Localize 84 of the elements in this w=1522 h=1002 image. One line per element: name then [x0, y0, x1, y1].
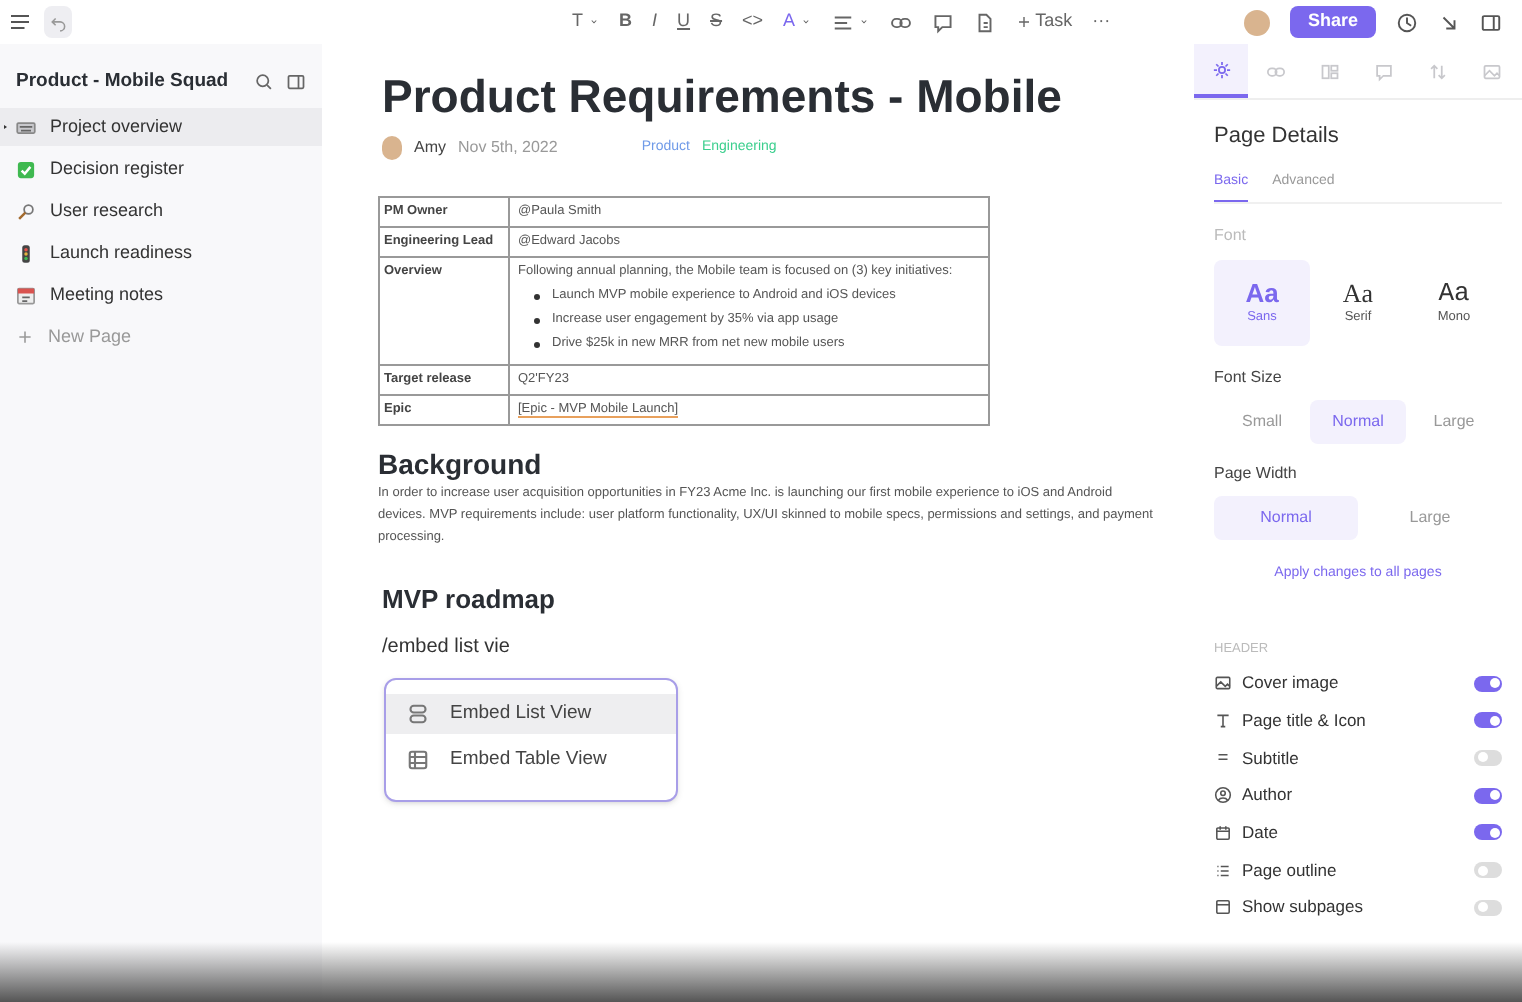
arrow-icon[interactable]: [1438, 11, 1460, 33]
toggle-switch[interactable]: [1474, 712, 1502, 729]
toggle-label: Page title & Icon: [1242, 707, 1368, 734]
menu-item[interactable]: Embed Table View: [386, 739, 676, 780]
toggle-label: Subtitle: [1242, 745, 1301, 771]
menu-icon[interactable]: [8, 10, 32, 34]
table-icon: [406, 747, 430, 772]
bullet-icon: [534, 293, 540, 300]
toggle-switch[interactable]: [1474, 787, 1502, 804]
align-icon: [831, 11, 854, 33]
page-width-option[interactable]: Normal: [1214, 496, 1358, 540]
author-avatar: [382, 136, 402, 160]
section-label: Font: [1214, 224, 1249, 248]
page-icon: [1214, 898, 1232, 917]
author-name: Amy: [414, 136, 446, 160]
section-label: Page Width: [1214, 462, 1299, 486]
page-title: Product Requirements - Mobile: [382, 68, 1064, 124]
history-icon[interactable]: [1396, 11, 1418, 33]
plus-icon: [1015, 14, 1032, 30]
sidebar-item[interactable]: Decision register: [0, 150, 322, 189]
comment-icon: [931, 11, 954, 33]
font-size-option[interactable]: Normal: [1310, 400, 1406, 444]
outline-icon: [1214, 861, 1232, 880]
calendar-icon: [16, 285, 36, 306]
bold-button[interactable]: B: [615, 6, 636, 38]
sidebar-item[interactable]: User research: [0, 192, 322, 231]
menu-item[interactable]: Embed List View: [386, 693, 676, 734]
undo-button[interactable]: [44, 6, 72, 38]
layout-icon: [1319, 61, 1339, 81]
underline-button[interactable]: U: [673, 6, 695, 38]
panel-tab[interactable]: [1194, 44, 1248, 98]
font-size-option[interactable]: Large: [1406, 400, 1502, 444]
code-button[interactable]: <>: [738, 6, 768, 38]
panel-title: Page Details: [1214, 122, 1341, 152]
toggle-switch[interactable]: [1474, 749, 1502, 766]
toggle-label: Page outline: [1242, 857, 1339, 883]
traffic-light-icon: [16, 243, 36, 264]
strike-button[interactable]: S: [706, 6, 727, 38]
image-icon: [1481, 61, 1501, 81]
sidebar-item[interactable]: Launch readiness: [0, 234, 322, 273]
search-icon[interactable]: [254, 72, 274, 93]
section-heading: MVP roadmap: [382, 581, 557, 618]
color-button[interactable]: A: [779, 6, 816, 38]
link-icon: [1265, 61, 1285, 81]
bullet-icon: [534, 317, 540, 324]
text-icon: [1214, 711, 1232, 730]
section-heading: Background: [378, 445, 544, 482]
calendar-icon: [1214, 823, 1232, 842]
toggle-switch[interactable]: [1474, 862, 1502, 879]
more-button[interactable]: ···: [1088, 6, 1115, 38]
command-text: /embed list vie: [382, 633, 512, 662]
task-button[interactable]: Task: [1011, 6, 1077, 38]
sidebar-item[interactable]: Meeting notes: [0, 276, 322, 315]
plus-icon: [16, 328, 34, 347]
magnifier-icon: [16, 201, 36, 222]
toggle-label: Author: [1242, 782, 1295, 809]
toggle-switch[interactable]: [1474, 824, 1502, 841]
sort-arrows-icon: [1427, 61, 1447, 81]
text-button[interactable]: T: [568, 6, 603, 38]
side-panel-icon[interactable]: [286, 72, 306, 93]
avatar: [1243, 9, 1270, 35]
document-icon: [973, 11, 996, 33]
checkbox-icon: [16, 159, 36, 180]
undo-icon: [49, 13, 67, 31]
italic-button[interactable]: I: [648, 6, 662, 38]
list-icon: [406, 701, 430, 726]
share-button[interactable]: Share: [1289, 6, 1376, 38]
toggle-switch[interactable]: [1474, 899, 1502, 916]
keyboard-icon: [16, 117, 36, 138]
page-width-option[interactable]: Large: [1358, 496, 1502, 540]
page-date: Nov 5th, 2022: [458, 136, 558, 160]
toggle-switch[interactable]: [1474, 675, 1502, 692]
toggle-label: Date: [1242, 819, 1280, 846]
side-panel-icon[interactable]: [1480, 11, 1502, 33]
section-label: Font Size: [1214, 366, 1284, 390]
toggle-label: Cover image: [1242, 670, 1341, 696]
sidebar-item[interactable]: Project overview: [0, 108, 322, 147]
comment-icon: [1373, 61, 1393, 81]
toggle-label: Show subpages: [1242, 894, 1365, 921]
sidebar-title: Product - Mobile Squad: [16, 68, 231, 96]
bullet-icon: [534, 341, 540, 348]
settings-icon: [1211, 59, 1231, 79]
image-icon: [1214, 674, 1232, 693]
person-icon: [1214, 786, 1232, 805]
